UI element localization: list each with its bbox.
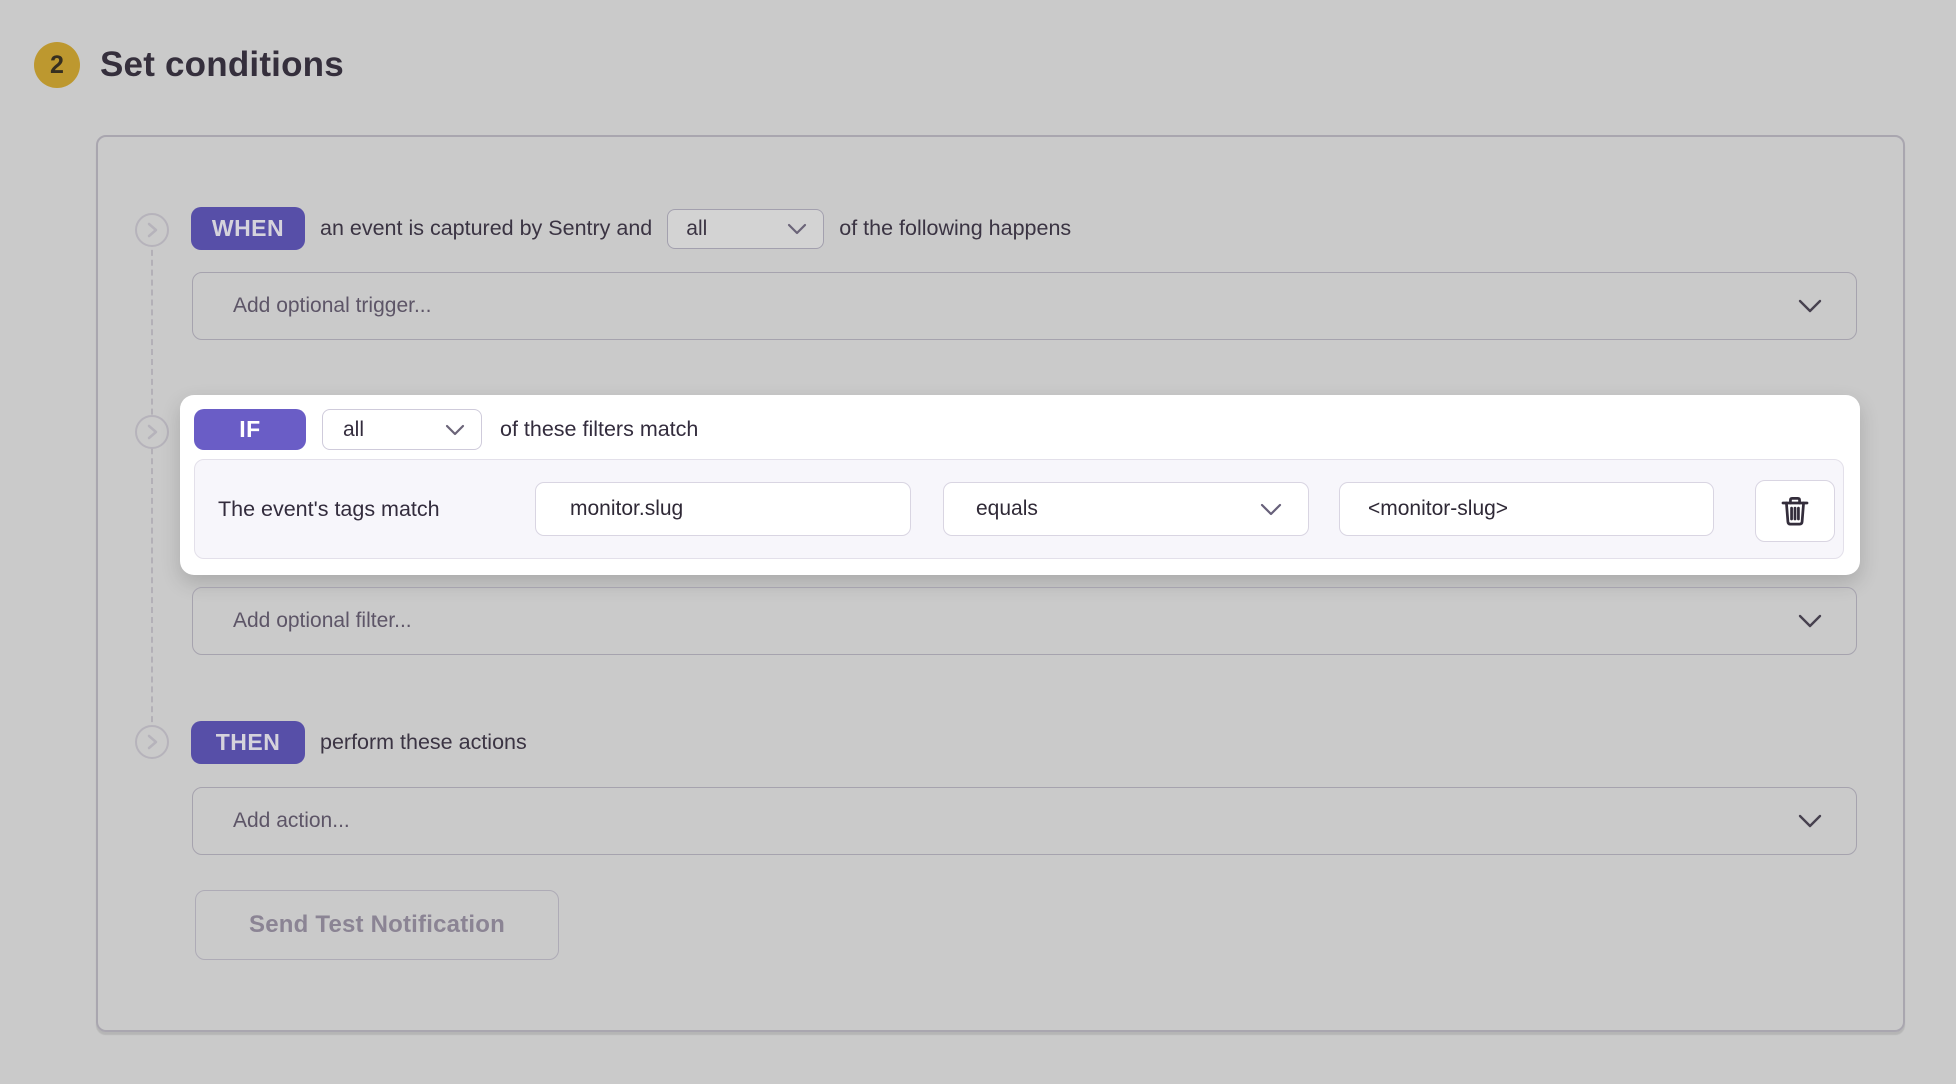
add-action-placeholder: Add action...: [233, 809, 350, 833]
filter-operator-value: equals: [976, 497, 1038, 521]
alert-rule-builder: 2 Set conditions WHEN an event is captur…: [0, 0, 1956, 1084]
add-optional-filter-placeholder: Add optional filter...: [233, 609, 412, 633]
chevron-down-icon: [787, 223, 807, 235]
add-optional-trigger-placeholder: Add optional trigger...: [233, 294, 431, 318]
chevron-down-icon: [1798, 299, 1822, 313]
when-match-select-value: all: [686, 217, 707, 241]
when-text-before: an event is captured by Sentry and: [320, 216, 652, 241]
step-number-badge: 2: [34, 42, 80, 88]
delete-filter-button[interactable]: [1755, 480, 1835, 542]
chevron-down-icon: [1260, 503, 1282, 516]
page-title: Set conditions: [100, 45, 344, 85]
chevron-down-icon: [445, 424, 465, 436]
filter-value-input[interactable]: [1339, 482, 1714, 536]
then-badge: THEN: [191, 721, 305, 764]
add-action-select[interactable]: Add action...: [192, 787, 1857, 855]
filter-label: The event's tags match: [218, 460, 440, 558]
if-match-select-value: all: [343, 418, 364, 442]
if-badge: IF: [194, 409, 306, 450]
then-step-chevron-icon: [135, 725, 169, 759]
filter-key-input[interactable]: [535, 482, 911, 536]
trash-icon: [1780, 495, 1810, 527]
when-row: WHEN an event is captured by Sentry and …: [191, 207, 1071, 250]
add-optional-filter-select[interactable]: Add optional filter...: [192, 587, 1857, 655]
if-match-select[interactable]: all: [322, 409, 482, 450]
chevron-down-icon: [1798, 814, 1822, 828]
when-badge: WHEN: [191, 207, 305, 250]
when-step-chevron-icon: [135, 213, 169, 247]
if-text-after: of these filters match: [500, 417, 698, 442]
then-text-after: perform these actions: [320, 730, 527, 755]
when-text-after: of the following happens: [839, 216, 1071, 241]
send-test-notification-button[interactable]: Send Test Notification: [195, 890, 559, 960]
step-number: 2: [50, 51, 64, 80]
conditions-panel: WHEN an event is captured by Sentry and …: [96, 135, 1905, 1032]
filter-operator-select[interactable]: equals: [943, 482, 1309, 536]
filter-condition-row: The event's tags match equals: [194, 459, 1844, 559]
if-filter-card: IF all of these filters match The event'…: [180, 395, 1860, 575]
then-row: THEN perform these actions: [191, 721, 527, 764]
add-optional-trigger-select[interactable]: Add optional trigger...: [192, 272, 1857, 340]
if-step-chevron-icon: [135, 415, 169, 449]
step-connector-line: [151, 230, 153, 742]
chevron-down-icon: [1798, 614, 1822, 628]
when-match-select[interactable]: all: [667, 209, 824, 249]
section-header: 2 Set conditions: [34, 42, 344, 88]
if-row: IF all of these filters match: [194, 409, 698, 450]
